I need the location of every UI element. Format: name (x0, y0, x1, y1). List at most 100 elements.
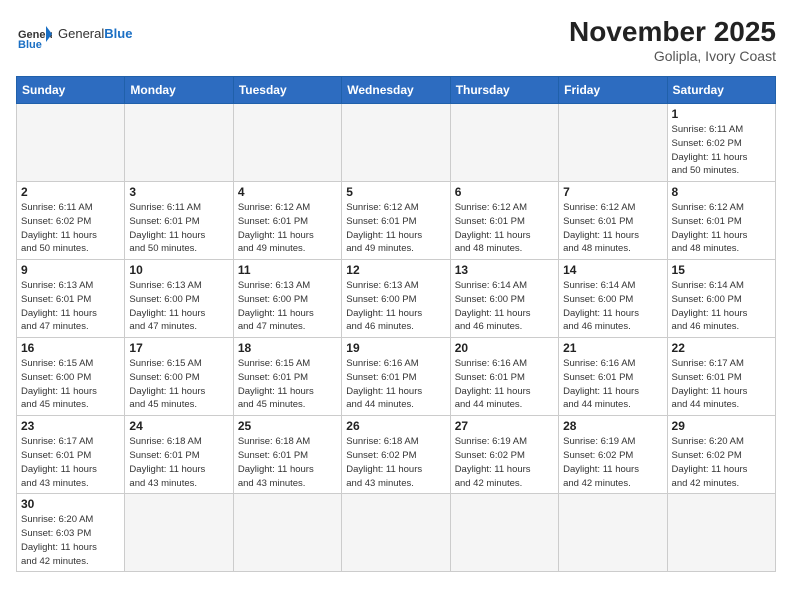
day-number: 5 (346, 185, 445, 199)
weekday-header-sunday: Sunday (17, 77, 125, 104)
day-info: Sunrise: 6:16 AM Sunset: 6:01 PM Dayligh… (563, 357, 662, 412)
svg-text:Blue: Blue (18, 39, 42, 51)
day-number: 4 (238, 185, 337, 199)
weekday-header-saturday: Saturday (667, 77, 775, 104)
day-info: Sunrise: 6:16 AM Sunset: 6:01 PM Dayligh… (455, 357, 554, 412)
day-number: 28 (563, 419, 662, 433)
day-info: Sunrise: 6:12 AM Sunset: 6:01 PM Dayligh… (238, 201, 337, 256)
calendar-cell: 30Sunrise: 6:20 AM Sunset: 6:03 PM Dayli… (17, 494, 125, 572)
day-number: 10 (129, 263, 228, 277)
calendar-cell (233, 104, 341, 182)
calendar-cell (342, 494, 450, 572)
calendar-cell: 24 Sunrise: 6:18 AM Sunset: 6:01 PM Dayli… (125, 416, 233, 494)
page-header: General Blue GeneralBlue November 2025 G… (16, 16, 776, 64)
calendar-cell (342, 104, 450, 182)
day-info: Sunrise: 6:13 AM Sunset: 6:00 PM Dayligh… (129, 279, 228, 334)
calendar-cell (667, 494, 775, 572)
calendar-week-row: 23 Sunrise: 6:17 AM Sunset: 6:01 PM Dayli… (17, 416, 776, 494)
day-info: Sunrise: 6:12 AM Sunset: 6:01 PM Dayligh… (672, 201, 771, 256)
day-info: Sunrise: 6:15 AM Sunset: 6:01 PM Dayligh… (238, 357, 337, 412)
calendar-cell: 27Sunrise: 6:19 AM Sunset: 6:02 PM Dayli… (450, 416, 558, 494)
logo-general: General (58, 26, 104, 41)
calendar-cell (125, 494, 233, 572)
calendar-cell (559, 104, 667, 182)
day-number: 14 (563, 263, 662, 277)
day-number: 12 (346, 263, 445, 277)
calendar-cell: 13 Sunrise: 6:14 AM Sunset: 6:00 PM Dayli… (450, 260, 558, 338)
calendar-cell (233, 494, 341, 572)
weekday-header-thursday: Thursday (450, 77, 558, 104)
day-info: Sunrise: 6:16 AM Sunset: 6:01 PM Dayligh… (346, 357, 445, 412)
calendar-cell: 19 Sunrise: 6:16 AM Sunset: 6:01 PM Dayli… (342, 338, 450, 416)
day-number: 2 (21, 185, 120, 199)
day-number: 18 (238, 341, 337, 355)
calendar-cell (450, 494, 558, 572)
calendar-cell: 14 Sunrise: 6:14 AM Sunset: 6:00 PM Dayli… (559, 260, 667, 338)
day-info: Sunrise: 6:14 AM Sunset: 6:00 PM Dayligh… (455, 279, 554, 334)
day-number: 7 (563, 185, 662, 199)
day-number: 23 (21, 419, 120, 433)
calendar-header-row: SundayMondayTuesdayWednesdayThursdayFrid… (17, 77, 776, 104)
day-number: 16 (21, 341, 120, 355)
calendar-cell: 4 Sunrise: 6:12 AM Sunset: 6:01 PM Daylig… (233, 182, 341, 260)
logo-blue: Blue (104, 26, 132, 41)
day-number: 1 (672, 107, 771, 121)
calendar-cell: 8Sunrise: 6:12 AM Sunset: 6:01 PM Daylig… (667, 182, 775, 260)
calendar-cell: 12 Sunrise: 6:13 AM Sunset: 6:00 PM Dayli… (342, 260, 450, 338)
day-info: Sunrise: 6:11 AM Sunset: 6:01 PM Dayligh… (129, 201, 228, 256)
calendar-cell: 29Sunrise: 6:20 AM Sunset: 6:02 PM Dayli… (667, 416, 775, 494)
calendar-week-row: 16 Sunrise: 6:15 AM Sunset: 6:00 PM Dayli… (17, 338, 776, 416)
weekday-header-tuesday: Tuesday (233, 77, 341, 104)
calendar-table: SundayMondayTuesdayWednesdayThursdayFrid… (16, 76, 776, 572)
day-info: Sunrise: 6:12 AM Sunset: 6:01 PM Dayligh… (455, 201, 554, 256)
calendar-cell: 1 Sunrise: 6:11 AM Sunset: 6:02 PM Daylig… (667, 104, 775, 182)
day-number: 13 (455, 263, 554, 277)
day-number: 24 (129, 419, 228, 433)
logo: General Blue GeneralBlue (16, 16, 132, 52)
day-info: Sunrise: 6:20 AM Sunset: 6:02 PM Dayligh… (672, 435, 771, 490)
day-info: Sunrise: 6:19 AM Sunset: 6:02 PM Dayligh… (563, 435, 662, 490)
calendar-cell: 17 Sunrise: 6:15 AM Sunset: 6:00 PM Dayli… (125, 338, 233, 416)
day-number: 20 (455, 341, 554, 355)
day-number: 11 (238, 263, 337, 277)
day-info: Sunrise: 6:17 AM Sunset: 6:01 PM Dayligh… (672, 357, 771, 412)
day-number: 19 (346, 341, 445, 355)
calendar-cell: 9Sunrise: 6:13 AM Sunset: 6:01 PM Daylig… (17, 260, 125, 338)
day-info: Sunrise: 6:14 AM Sunset: 6:00 PM Dayligh… (563, 279, 662, 334)
calendar-cell: 28 Sunrise: 6:19 AM Sunset: 6:02 PM Dayli… (559, 416, 667, 494)
weekday-header-wednesday: Wednesday (342, 77, 450, 104)
day-number: 9 (21, 263, 120, 277)
location: Golipla, Ivory Coast (569, 48, 776, 64)
calendar-cell: 2Sunrise: 6:11 AM Sunset: 6:02 PM Daylig… (17, 182, 125, 260)
day-info: Sunrise: 6:17 AM Sunset: 6:01 PM Dayligh… (21, 435, 120, 490)
calendar-cell: 10 Sunrise: 6:13 AM Sunset: 6:00 PM Dayli… (125, 260, 233, 338)
weekday-header-friday: Friday (559, 77, 667, 104)
day-info: Sunrise: 6:18 AM Sunset: 6:02 PM Dayligh… (346, 435, 445, 490)
day-number: 21 (563, 341, 662, 355)
day-info: Sunrise: 6:19 AM Sunset: 6:02 PM Dayligh… (455, 435, 554, 490)
calendar-week-row: 2Sunrise: 6:11 AM Sunset: 6:02 PM Daylig… (17, 182, 776, 260)
calendar-cell (450, 104, 558, 182)
calendar-cell: 22Sunrise: 6:17 AM Sunset: 6:01 PM Dayli… (667, 338, 775, 416)
day-number: 17 (129, 341, 228, 355)
calendar-cell: 11Sunrise: 6:13 AM Sunset: 6:00 PM Dayli… (233, 260, 341, 338)
calendar-week-row: 30Sunrise: 6:20 AM Sunset: 6:03 PM Dayli… (17, 494, 776, 572)
calendar-cell (17, 104, 125, 182)
day-info: Sunrise: 6:11 AM Sunset: 6:02 PM Dayligh… (672, 123, 771, 178)
calendar-cell: 18 Sunrise: 6:15 AM Sunset: 6:01 PM Dayli… (233, 338, 341, 416)
logo-icon: General Blue (16, 16, 52, 52)
day-number: 30 (21, 497, 120, 511)
calendar-cell: 21 Sunrise: 6:16 AM Sunset: 6:01 PM Dayli… (559, 338, 667, 416)
title-block: November 2025 Golipla, Ivory Coast (569, 16, 776, 64)
day-number: 6 (455, 185, 554, 199)
day-info: Sunrise: 6:12 AM Sunset: 6:01 PM Dayligh… (346, 201, 445, 256)
day-number: 26 (346, 419, 445, 433)
day-info: Sunrise: 6:18 AM Sunset: 6:01 PM Dayligh… (129, 435, 228, 490)
calendar-cell: 26 Sunrise: 6:18 AM Sunset: 6:02 PM Dayli… (342, 416, 450, 494)
calendar-cell (125, 104, 233, 182)
calendar-cell (559, 494, 667, 572)
calendar-cell: 3Sunrise: 6:11 AM Sunset: 6:01 PM Daylig… (125, 182, 233, 260)
calendar-cell: 16Sunrise: 6:15 AM Sunset: 6:00 PM Dayli… (17, 338, 125, 416)
day-info: Sunrise: 6:13 AM Sunset: 6:00 PM Dayligh… (346, 279, 445, 334)
day-info: Sunrise: 6:15 AM Sunset: 6:00 PM Dayligh… (129, 357, 228, 412)
